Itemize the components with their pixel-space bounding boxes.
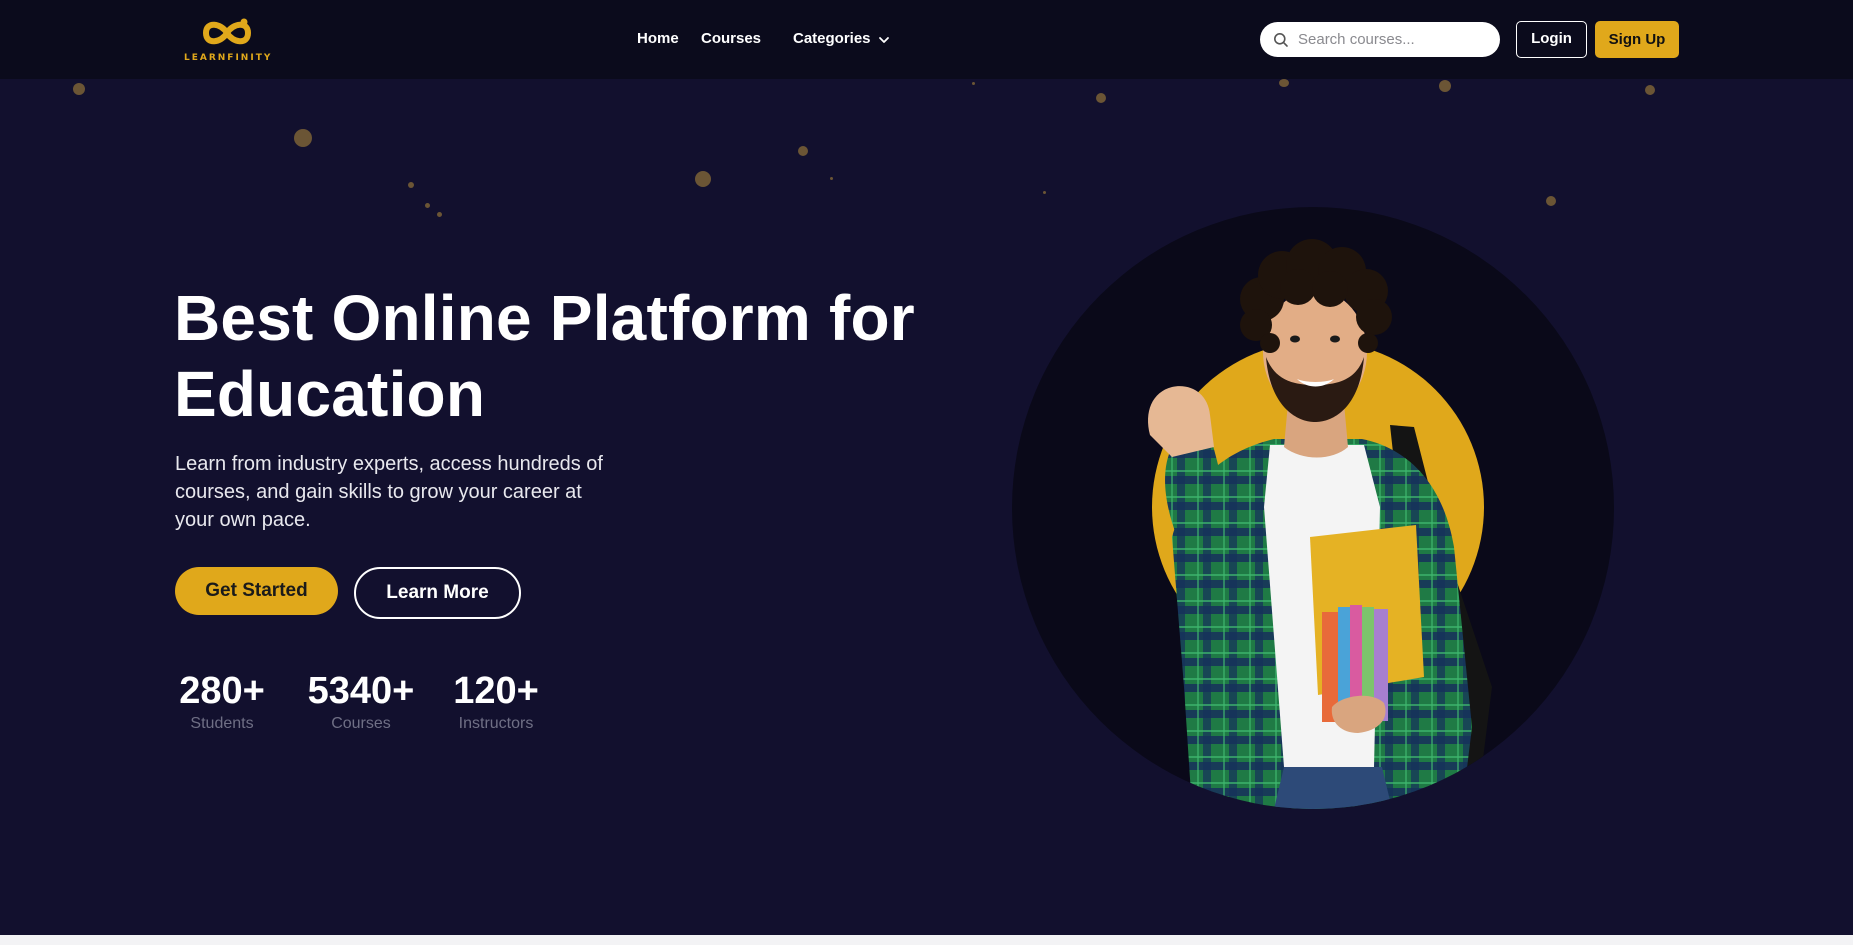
search-box[interactable] bbox=[1260, 22, 1500, 57]
login-button[interactable]: Login bbox=[1516, 21, 1587, 58]
decor-dot bbox=[73, 83, 85, 95]
decor-dot bbox=[695, 171, 711, 187]
next-section-edge bbox=[0, 935, 1853, 945]
chevron-down-icon bbox=[878, 37, 889, 43]
decor-dot bbox=[1645, 85, 1655, 95]
hero-subtitle: Learn from industry experts, access hund… bbox=[175, 453, 603, 531]
decor-dot bbox=[1439, 80, 1451, 92]
hero-student-illustration bbox=[1012, 207, 1614, 809]
search-input[interactable] bbox=[1298, 22, 1488, 57]
stat-label: Students bbox=[190, 715, 254, 732]
nav-categories-label: Categories bbox=[793, 30, 871, 47]
brand-logo[interactable]: LEARNFINITY bbox=[184, 13, 270, 63]
nav-categories[interactable]: Categories bbox=[793, 30, 889, 48]
hero-title-line-2: Education bbox=[174, 358, 486, 430]
stat-courses: 5340+ Courses bbox=[302, 669, 420, 734]
decor-dot bbox=[1279, 79, 1289, 87]
search-icon bbox=[1274, 33, 1288, 47]
top-navbar: LEARNFINITY Home Courses Categories Logi… bbox=[0, 0, 1853, 79]
decor-dot bbox=[830, 177, 833, 180]
stat-value: 5340+ bbox=[307, 670, 415, 712]
decor-dot bbox=[437, 212, 442, 217]
decor-dot bbox=[425, 203, 430, 208]
decor-dot bbox=[798, 146, 808, 156]
decor-dot bbox=[1043, 191, 1046, 194]
get-started-button[interactable]: Get Started bbox=[175, 567, 338, 615]
stat-value: 280+ bbox=[179, 670, 265, 712]
brand-name: LEARNFINITY bbox=[184, 53, 273, 63]
stat-label: Courses bbox=[331, 715, 391, 732]
stat-label: Instructors bbox=[458, 715, 534, 732]
stat-value: 120+ bbox=[453, 670, 539, 712]
decor-dot bbox=[972, 82, 975, 85]
decor-dot bbox=[1546, 196, 1556, 206]
landing-page: LEARNFINITY Home Courses Categories Logi… bbox=[0, 0, 1853, 945]
decor-dot bbox=[408, 182, 414, 188]
hero-section: Best Online Platform for Education Learn… bbox=[0, 79, 1853, 935]
decor-dot bbox=[1096, 93, 1106, 103]
hero-title-line-1: Best Online Platform for bbox=[174, 282, 915, 354]
stat-students: 280+ Students bbox=[175, 669, 269, 734]
stat-instructors: 120+ Instructors bbox=[452, 669, 540, 734]
nav-home[interactable]: Home bbox=[637, 30, 679, 48]
nav-courses[interactable]: Courses bbox=[701, 30, 761, 48]
learn-more-button[interactable]: Learn More bbox=[354, 567, 521, 619]
hero-title: Best Online Platform for Education bbox=[174, 280, 954, 432]
signup-button[interactable]: Sign Up bbox=[1595, 21, 1679, 58]
infinity-logo-icon bbox=[202, 18, 252, 45]
decor-dot bbox=[294, 129, 312, 147]
